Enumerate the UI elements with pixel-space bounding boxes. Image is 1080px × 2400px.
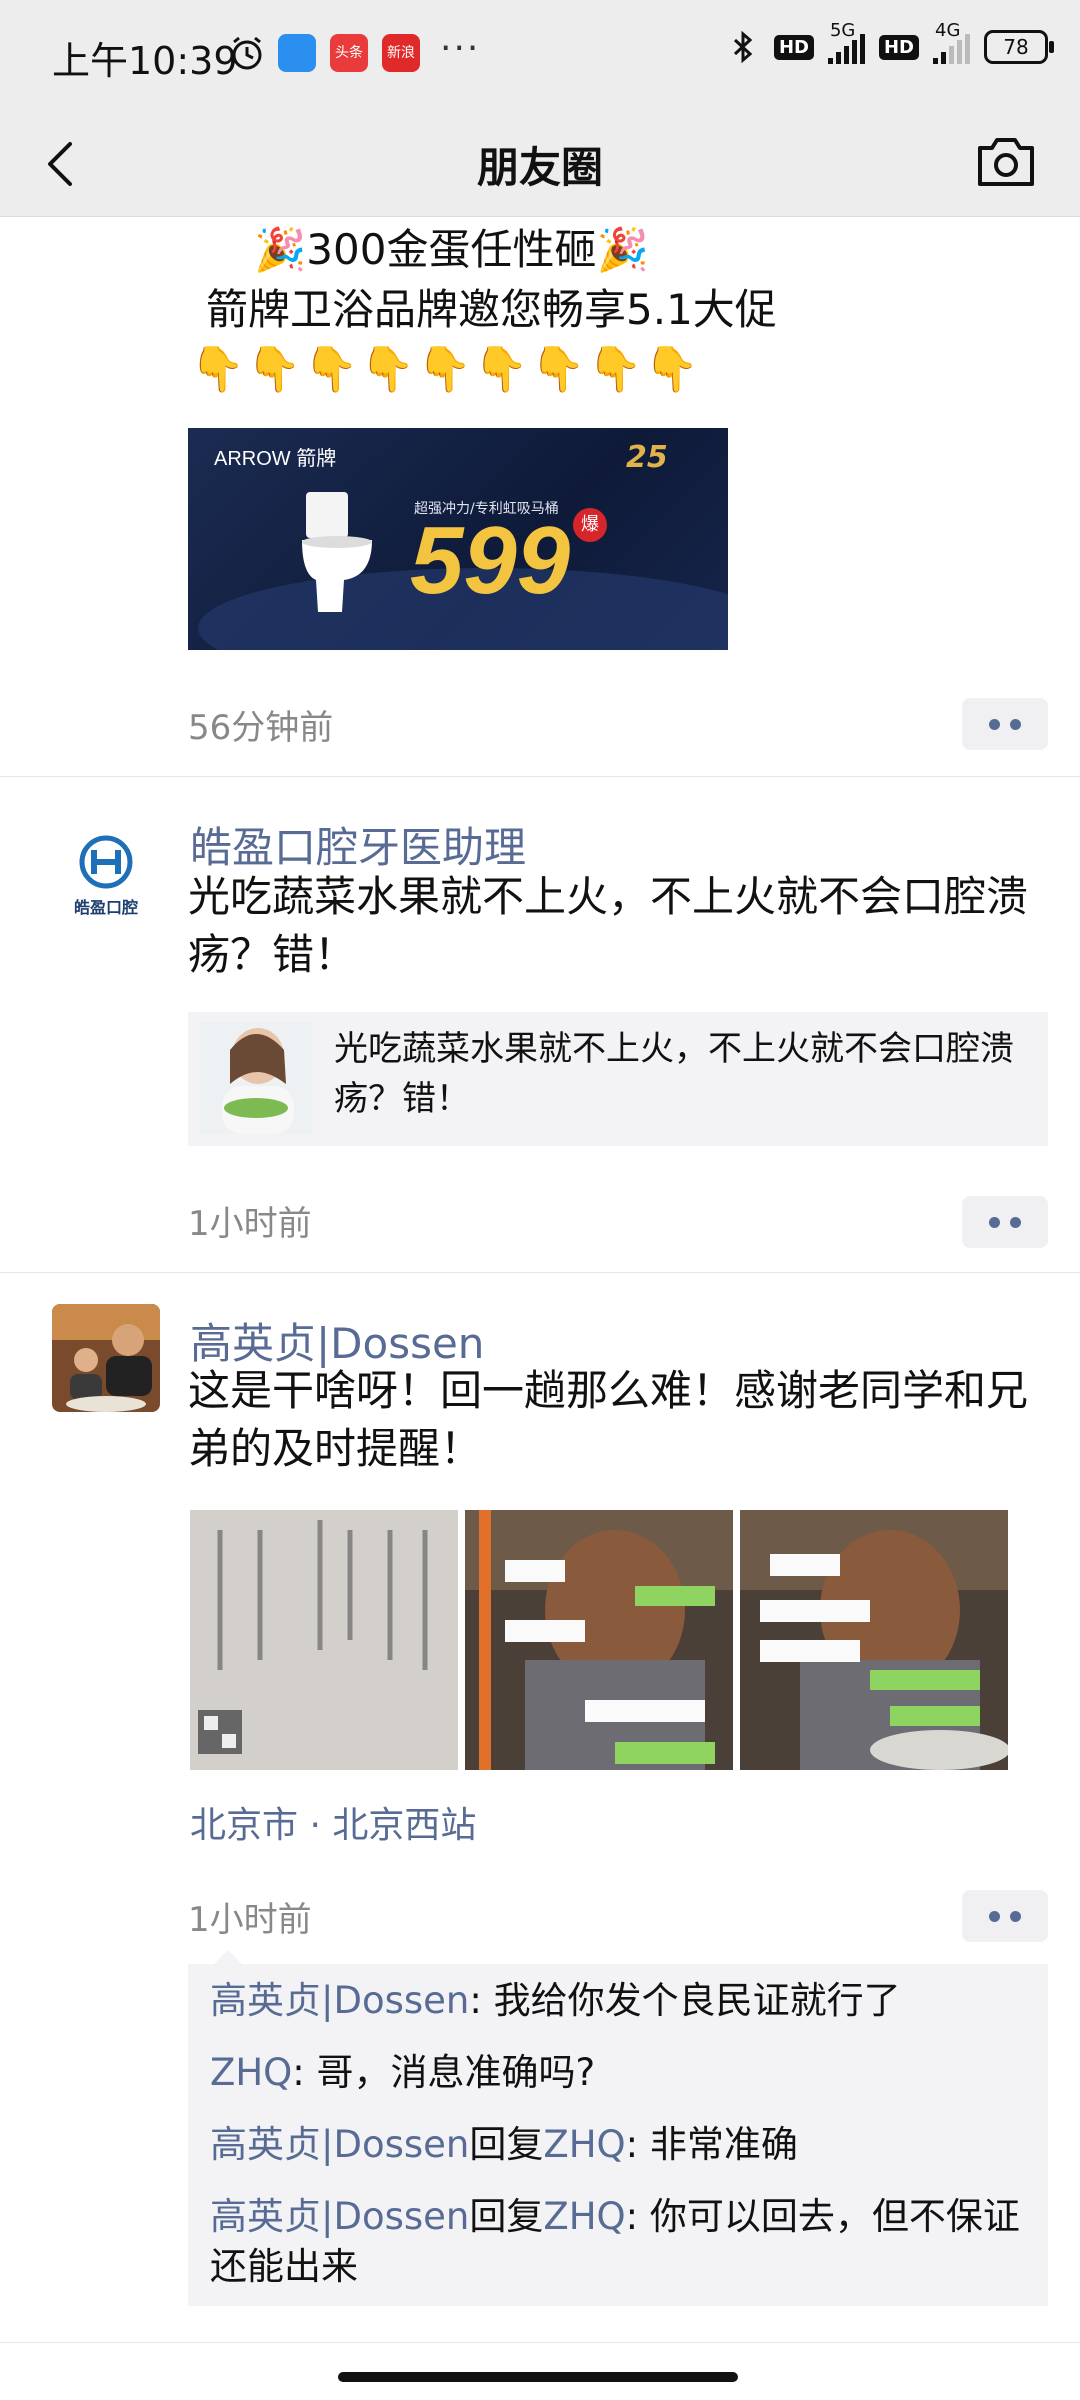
post-text: 光吃蔬菜水果就不上火，不上火就不会口腔溃疡？错！	[188, 872, 1029, 979]
toilet-icon	[302, 492, 372, 612]
woman-eating-salad-image	[200, 1022, 312, 1134]
post-divider	[0, 1272, 1080, 1273]
comment-reply-to[interactable]: ZHQ	[543, 2195, 625, 2238]
more-notifications-icon: ···	[440, 28, 481, 69]
comment-text: : 非常准确	[625, 2123, 798, 2166]
signal-4g: 4G	[933, 20, 970, 64]
chat-screenshot-photo	[465, 1510, 733, 1770]
signal-5g: 5G	[827, 20, 865, 64]
ad-line-1: 🎉300金蛋任性砸🎉	[254, 225, 649, 274]
post-photo-2[interactable]	[465, 1510, 733, 1770]
article-thumbnail	[200, 1022, 312, 1134]
bluetooth-icon	[733, 30, 753, 64]
comment-text: : 哥，消息准确吗?	[292, 2051, 596, 2094]
top-nav-bar: 朋友圈	[0, 112, 1080, 217]
status-bar: 上午10:39 头条 新浪 ··· HD 5G HD 4G 78	[0, 0, 1080, 112]
more-actions-button[interactable]	[962, 1196, 1048, 1248]
sina-icon: 新浪	[382, 34, 420, 72]
user-avatar-photo	[52, 1304, 160, 1412]
comment-author[interactable]: 高英贞|Dossen	[210, 2195, 469, 2238]
pointing-down-emojis: 👇👇👇👇👇👇👇👇👇	[190, 344, 702, 395]
comment-item[interactable]: ZHQ: 哥，消息准确吗?	[210, 2048, 1030, 2098]
comment-item[interactable]: 高英贞|Dossen回复ZHQ: 你可以回去，但不保证还能出来	[210, 2192, 1030, 2292]
post-photo-1[interactable]	[190, 1510, 458, 1770]
post-text: 这是干啥呀！回一趟那么难！感谢老同学和兄弟的及时提醒！	[188, 1366, 1029, 1473]
hd-badge-2: HD	[878, 34, 919, 60]
avatar-logo-text: 皓盈口腔	[73, 898, 138, 917]
more-actions-button[interactable]	[962, 698, 1048, 750]
battery-icon: 78	[984, 30, 1054, 64]
ad-brand-logo: ARROW 箭牌	[214, 448, 337, 470]
chat-screenshot-photo	[740, 1510, 1008, 1770]
post-time: 56分钟前	[188, 708, 334, 748]
article-title: 光吃蔬菜水果就不上火，不上火就不会口腔溃疡？错！	[334, 1029, 1014, 1119]
toutiao-icon: 头条	[330, 34, 368, 72]
more-actions-button[interactable]	[962, 1890, 1048, 1942]
post-divider	[0, 2342, 1080, 2343]
post-photo-3[interactable]	[740, 1510, 1008, 1770]
comment-reply-to[interactable]: ZHQ	[543, 2123, 625, 2166]
ad-post-text: 🎉300金蛋任性砸🎉 箭牌卫浴品牌邀您畅享5.1大促 👇👇👇👇👇👇👇👇👇	[190, 220, 777, 400]
comment-author[interactable]: 高英贞|Dossen	[210, 1979, 469, 2022]
camera-button[interactable]	[974, 132, 1038, 192]
ad-line-2: 箭牌卫浴品牌邀您畅享5.1大促	[206, 285, 777, 334]
post-location[interactable]: 北京市 · 北京西站	[190, 1796, 476, 1848]
ad-image[interactable]: ARROW 箭牌 25 超强冲力/专利虹吸马桶 爆 599 元	[188, 428, 728, 650]
comments-section: 高英贞|Dossen: 我给你发个良民证就行了 ZHQ: 哥，消息准确吗? 高英…	[188, 1950, 1048, 2306]
ad-anniversary-badge: 25	[626, 440, 668, 475]
avatar[interactable]: 皓盈口腔	[52, 820, 160, 928]
train-ticket-photo	[190, 1510, 458, 1770]
post-time: 1小时前	[188, 1900, 312, 1940]
hd-badge-1: HD	[773, 34, 814, 60]
comment-reply-word: 回复	[469, 2195, 544, 2238]
shared-article-card[interactable]: 光吃蔬菜水果就不上火，不上火就不会口腔溃疡？错！	[188, 1012, 1048, 1146]
status-time: 上午10:39	[52, 39, 238, 83]
comment-reply-word: 回复	[469, 2123, 544, 2166]
post-time: 1小时前	[188, 1204, 312, 1244]
comment-author[interactable]: 高英贞|Dossen	[210, 2123, 469, 2166]
ad-hot-badge: 爆	[573, 508, 607, 542]
page-title: 朋友圈	[476, 143, 603, 192]
app-notification-icon	[278, 34, 316, 72]
comment-item[interactable]: 高英贞|Dossen: 我给你发个良民证就行了	[210, 1976, 1030, 2026]
ad-price: 599	[410, 507, 571, 614]
author-name[interactable]: 皓盈口腔牙医助理	[190, 814, 526, 875]
status-right: HD 5G HD 4G 78	[726, 20, 1054, 64]
comment-author[interactable]: ZHQ	[210, 2051, 292, 2094]
avatar[interactable]	[52, 1304, 160, 1412]
comment-text: : 我给你发个良民证就行了	[469, 1979, 901, 2022]
comment-item[interactable]: 高英贞|Dossen回复ZHQ: 非常准确	[210, 2120, 1030, 2170]
home-indicator[interactable]	[338, 2372, 738, 2382]
post-divider	[0, 776, 1080, 777]
alarm-icon	[232, 36, 262, 70]
